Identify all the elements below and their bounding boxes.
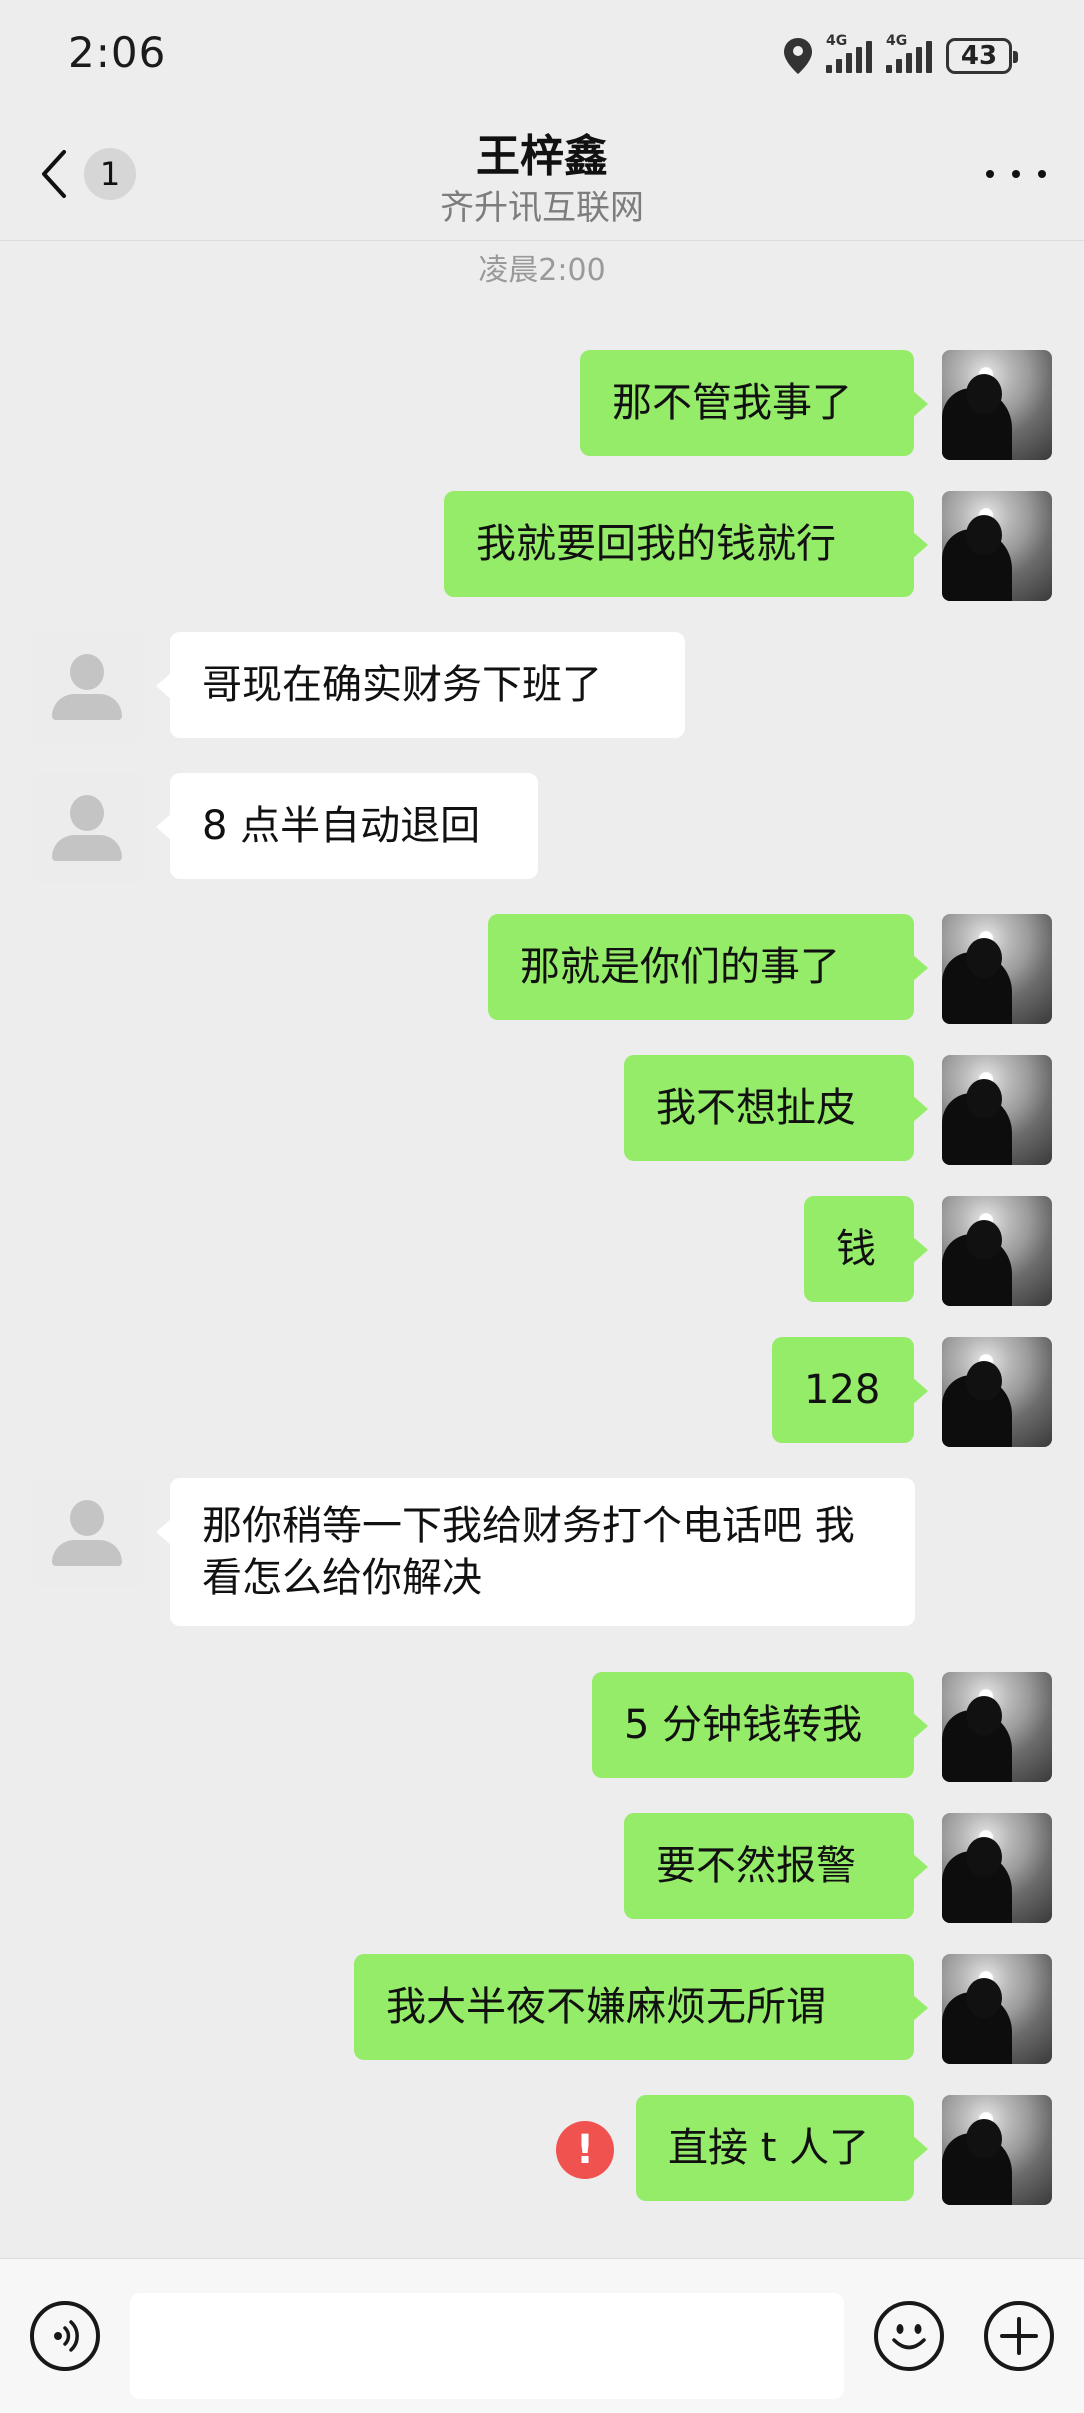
message-timestamp: 凌晨2:00 bbox=[478, 253, 606, 288]
emoji-button[interactable] bbox=[874, 2301, 944, 2371]
message-bubble[interactable]: 那就是你们的事了 bbox=[488, 914, 928, 1020]
avatar[interactable] bbox=[942, 350, 1052, 460]
battery-icon: 43 bbox=[946, 38, 1018, 74]
signal-icon: 4G bbox=[826, 33, 872, 73]
message-input[interactable] bbox=[130, 2293, 844, 2399]
more-dots-icon[interactable] bbox=[986, 162, 1046, 186]
message-bubble[interactable]: 要不然报警 bbox=[624, 1813, 928, 1919]
message-bubble[interactable]: 那你稍等一下我给财务打个电话吧 我看怎么给你解决 bbox=[156, 1478, 915, 1626]
avatar[interactable] bbox=[942, 1196, 1052, 1306]
avatar[interactable] bbox=[942, 1813, 1052, 1923]
location-icon bbox=[784, 38, 812, 74]
avatar[interactable] bbox=[942, 914, 1052, 1024]
plus-button[interactable] bbox=[984, 2301, 1054, 2371]
avatar[interactable] bbox=[32, 632, 142, 742]
message-bubble[interactable]: 8 点半自动退回 bbox=[156, 773, 538, 879]
message-bubble[interactable]: 5 分钟钱转我 bbox=[592, 1672, 928, 1778]
network-label-2: 4G bbox=[886, 33, 908, 49]
voice-icon bbox=[54, 2320, 79, 2352]
status-time: 2:06 bbox=[68, 28, 167, 77]
avatar[interactable] bbox=[942, 1055, 1052, 1165]
message-bubble[interactable]: 哥现在确实财务下班了 bbox=[156, 632, 685, 738]
signal-icon-2: 4G bbox=[886, 33, 932, 73]
plus-icon bbox=[1000, 2317, 1038, 2355]
emoji-icon bbox=[892, 2324, 926, 2350]
input-bar bbox=[0, 2258, 1084, 2413]
avatar[interactable] bbox=[32, 1478, 142, 1588]
message-bubble[interactable]: 我就要回我的钱就行 bbox=[444, 491, 928, 597]
error-icon[interactable]: ! bbox=[556, 2121, 614, 2179]
message-bubble[interactable]: 128 bbox=[772, 1337, 928, 1443]
message-bubble[interactable]: 直接 t 人了 bbox=[636, 2095, 928, 2201]
chat-subtitle: 齐升讯互联网 bbox=[440, 188, 644, 228]
chat-header: 1 王梓鑫 齐升讯互联网 bbox=[0, 110, 1084, 241]
status-icons: 4G 4G 43 bbox=[784, 33, 1018, 76]
chat-title[interactable]: 王梓鑫 bbox=[0, 120, 1084, 184]
message-bubble[interactable]: 那不管我事了 bbox=[580, 350, 928, 456]
network-label: 4G bbox=[826, 33, 848, 49]
avatar[interactable] bbox=[942, 2095, 1052, 2205]
avatar[interactable] bbox=[942, 491, 1052, 601]
voice-button[interactable] bbox=[30, 2301, 100, 2371]
message-bubble[interactable]: 钱 bbox=[804, 1196, 928, 1302]
avatar[interactable] bbox=[942, 1954, 1052, 2064]
status-bar: 2:06 4G 4G 43 bbox=[0, 0, 1084, 110]
message-bubble[interactable]: 我不想扯皮 bbox=[624, 1055, 928, 1161]
avatar[interactable] bbox=[942, 1337, 1052, 1447]
message-bubble[interactable]: 我大半夜不嫌麻烦无所谓 bbox=[354, 1954, 928, 2060]
avatar[interactable] bbox=[942, 1672, 1052, 1782]
avatar[interactable] bbox=[32, 773, 142, 883]
